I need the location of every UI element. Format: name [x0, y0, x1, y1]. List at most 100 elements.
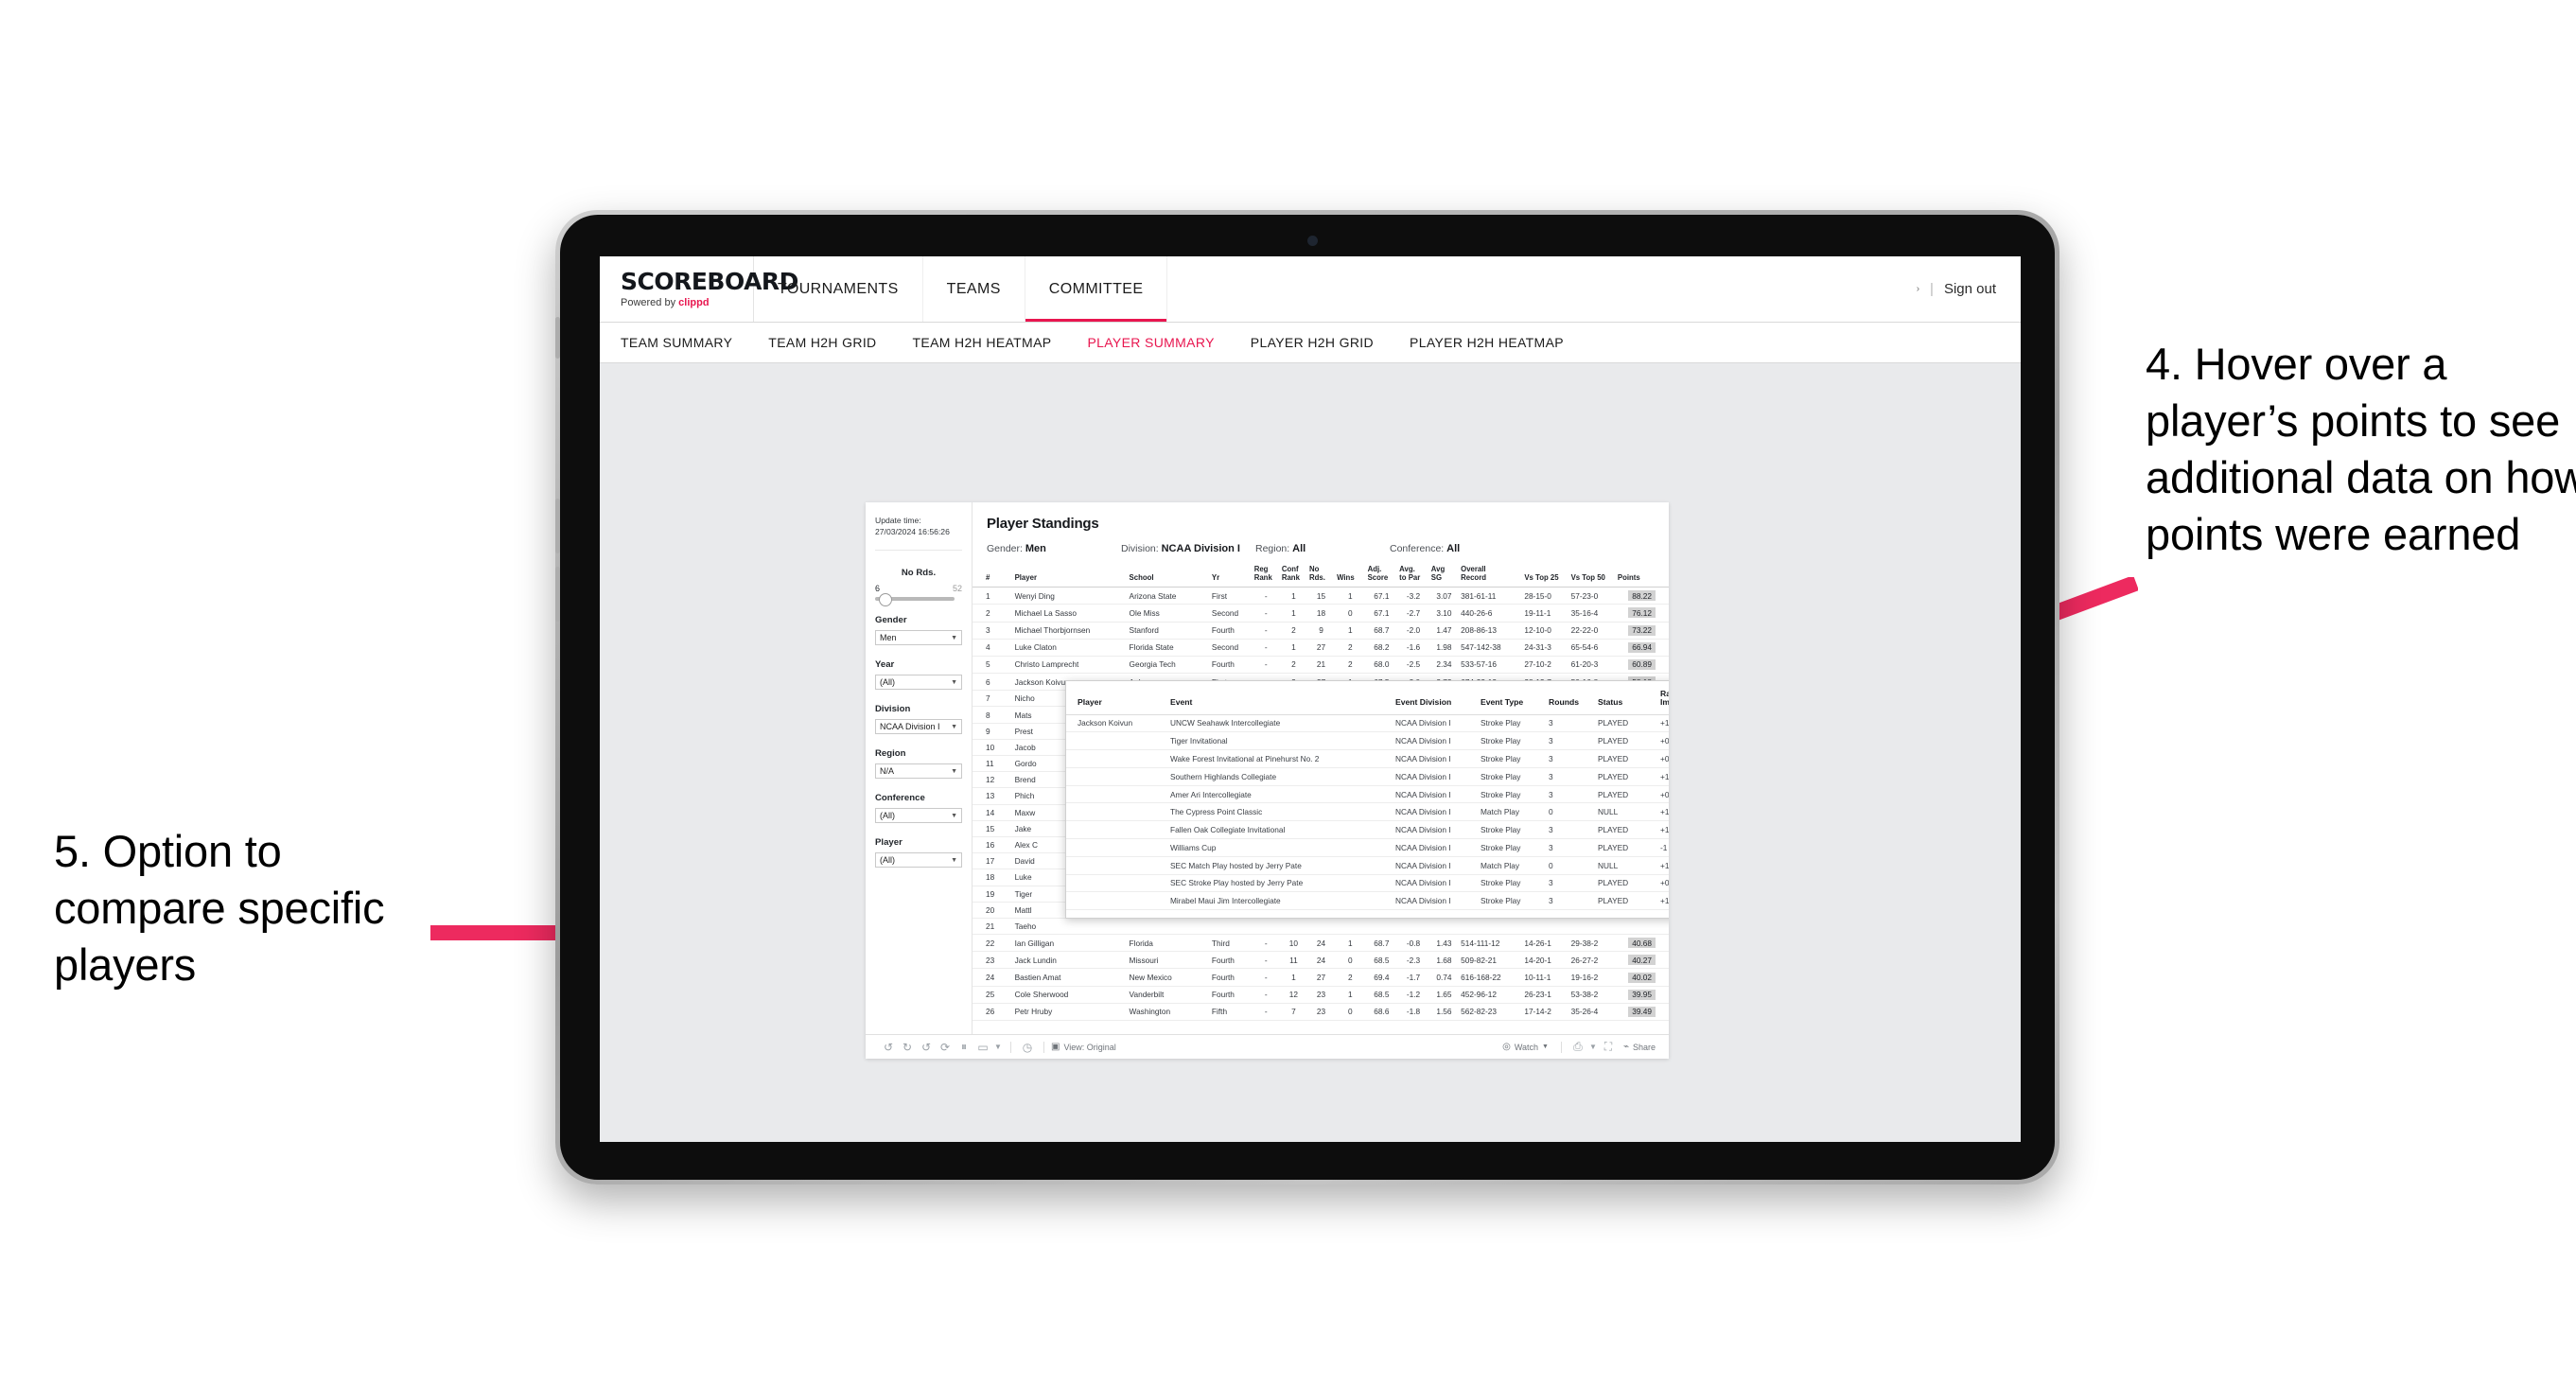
points-value[interactable]: 40.02 — [1628, 972, 1656, 983]
gender-value: Men — [880, 633, 897, 643]
nav-item-committee[interactable]: COMMITTEE — [1025, 256, 1168, 322]
cell-t25: 24-31-3 — [1522, 639, 1569, 657]
year-select[interactable]: (All) ▼ — [875, 675, 962, 691]
points-value[interactable]: 40.27 — [1628, 955, 1656, 966]
points-value[interactable]: 40.68 — [1628, 938, 1656, 949]
share-button[interactable]: ⌁ Share — [1623, 1042, 1656, 1052]
cell-t25: 12-10-0 — [1522, 622, 1569, 640]
view-original-button[interactable]: ▣ View: Original — [1051, 1042, 1116, 1052]
pause-icon[interactable]: ⏸ — [955, 1040, 973, 1054]
table-row[interactable]: 2 Michael La Sasso Ole Miss Second -1 18 0 67.1… — [973, 604, 1669, 623]
table-row[interactable]: 24 Bastien Amat New Mexico Fourth -1 27 2 69.4-… — [973, 968, 1669, 987]
history-clock-icon[interactable]: ◷ — [1018, 1041, 1037, 1054]
cell-points[interactable]: 73.22 — [1615, 622, 1669, 640]
redo-icon[interactable]: ↻ — [898, 1041, 917, 1054]
header-player[interactable]: Player — [1012, 564, 1128, 588]
undo-icon[interactable]: ↺ — [879, 1041, 898, 1054]
cell-points[interactable]: 40.68 — [1615, 934, 1669, 953]
watch-button[interactable]: ◎ Watch ▼ — [1502, 1042, 1549, 1052]
tooltip-cell-type: Stroke Play — [1478, 714, 1546, 733]
header-reg-rank[interactable]: Reg Rank — [1252, 564, 1280, 588]
tab-team-h2h-grid[interactable]: TEAM H2H GRID — [768, 335, 897, 350]
tab-team-h2h-heatmap[interactable]: TEAM H2H HEATMAP — [913, 335, 1073, 350]
nav-item-teams[interactable]: TEAMS — [923, 256, 1025, 322]
table-row[interactable]: 26 Petr Hruby Washington Fifth -7 23 0 68.6 -1.8… — [973, 1003, 1669, 1022]
header-vs-top-25[interactable]: Vs Top 25 — [1522, 564, 1569, 588]
header-no-rds[interactable]: No Rds. — [1306, 564, 1336, 588]
tab-team-summary[interactable]: TEAM SUMMARY — [621, 335, 753, 350]
brand-logo[interactable]: SCOREBOARD Powered by clippd — [600, 256, 798, 322]
table-row[interactable]: 21 Taeho — [973, 918, 1669, 936]
download-icon[interactable]: ⎙ — [1568, 1040, 1587, 1054]
cell-points[interactable]: 88.22 — [1615, 587, 1669, 605]
points-value[interactable]: 88.22 — [1628, 590, 1656, 602]
tooltip-cell-division: NCAA Division I — [1393, 785, 1478, 804]
points-value[interactable]: 39.95 — [1628, 989, 1656, 1000]
player-select[interactable]: (All) ▼ — [875, 852, 962, 868]
cell-points[interactable]: 60.89 — [1615, 656, 1669, 675]
division-select[interactable]: NCAA Division I ▼ — [875, 719, 962, 735]
header-conf-rank[interactable]: Conf Rank — [1279, 564, 1307, 588]
gender-select[interactable]: Men ▼ — [875, 630, 962, 646]
volume-down-button[interactable] — [555, 567, 560, 622]
cell-points[interactable]: 66.94 — [1615, 639, 1669, 657]
revert-icon[interactable]: ↺ — [917, 1041, 936, 1054]
table-row[interactable]: 25 Cole Sherwood Vanderbilt Fourth -12 23 1 68.… — [973, 986, 1669, 1004]
power-button[interactable] — [555, 317, 560, 359]
tab-player-h2h-grid[interactable]: PLAYER H2H GRID — [1251, 335, 1394, 350]
cell-wins: 0 — [1335, 1003, 1366, 1022]
header-overall-record[interactable]: Overall Record — [1459, 564, 1523, 588]
refresh-icon[interactable]: ⟳ — [936, 1041, 955, 1054]
cell-school: Florida — [1127, 934, 1210, 953]
device-layout-icon[interactable]: ▭ — [973, 1041, 992, 1054]
header-wins[interactable]: Wins — [1335, 564, 1366, 588]
chevron-right-icon[interactable]: › — [1917, 284, 1919, 294]
cell-points[interactable]: 40.27 — [1615, 951, 1669, 970]
cell-num: 1 — [973, 587, 1013, 605]
chevron-down-icon[interactable]: ▼ — [992, 1043, 1004, 1051]
header-vs-top-50[interactable]: Vs Top 50 — [1568, 564, 1616, 588]
tab-player-summary[interactable]: PLAYER SUMMARY — [1087, 335, 1235, 350]
region-select[interactable]: N/A ▼ — [875, 763, 962, 780]
nav-item-tournaments[interactable]: TOURNAMENTS — [754, 256, 923, 322]
points-value[interactable]: 39.49 — [1628, 1006, 1656, 1017]
cell-reg: - — [1252, 986, 1280, 1004]
cell-yr: Second — [1209, 604, 1253, 623]
no-rounds-slider[interactable] — [875, 593, 955, 607]
header-avg-sg[interactable]: Avg SG — [1428, 564, 1460, 588]
conference-select[interactable]: (All) ▼ — [875, 808, 962, 824]
tooltip-cell-status: PLAYED — [1595, 785, 1657, 804]
points-value[interactable]: 76.12 — [1628, 607, 1656, 619]
cell-points[interactable]: 40.02 — [1615, 968, 1669, 987]
sign-out-link[interactable]: Sign out — [1944, 281, 1996, 297]
cell-points[interactable]: 39.95 — [1615, 986, 1669, 1004]
cell-num: 2 — [973, 604, 1013, 623]
no-rounds-slider-handle[interactable] — [879, 593, 892, 607]
header-points[interactable]: Points — [1615, 564, 1669, 588]
cell-rec: 616-168-22 — [1459, 968, 1523, 987]
table-row[interactable]: 1 Wenyi Ding Arizona State First -1 15 1 67.1 -3… — [973, 587, 1669, 605]
cell-par: -2.0 — [1397, 622, 1429, 640]
header-adj-score[interactable]: Adj. Score — [1365, 564, 1398, 588]
cell-num: 9 — [973, 723, 1013, 740]
tab-player-h2h-heatmap[interactable]: PLAYER H2H HEATMAP — [1410, 335, 1585, 350]
header-avg-to-par[interactable]: Avg. to Par — [1397, 564, 1429, 588]
volume-up-button[interactable] — [555, 499, 560, 553]
points-value[interactable]: 73.22 — [1628, 624, 1656, 636]
header-num[interactable]: # — [973, 564, 1013, 588]
table-row[interactable]: 5 Christo Lamprecht Georgia Tech Fourth -2 21… — [973, 656, 1669, 675]
header-school[interactable]: School — [1127, 564, 1210, 588]
cell-points[interactable]: 39.49 — [1615, 1003, 1669, 1022]
table-row[interactable]: 22 Ian Gilligan Florida Third -10 24 1 68.7 -0.8… — [973, 934, 1669, 953]
chevron-down-icon[interactable]: ▼ — [1587, 1043, 1599, 1051]
points-value[interactable]: 66.94 — [1628, 641, 1656, 653]
cell-wins: 1 — [1335, 587, 1366, 605]
points-value[interactable]: 60.89 — [1628, 658, 1656, 670]
table-row[interactable]: 3 Michael Thorbjornsen Stanford Fourth -2 9 1 6… — [973, 622, 1669, 640]
table-row[interactable]: 4 Luke Claton Florida State Second -1 27 2 68.2… — [973, 639, 1669, 657]
header-yr[interactable]: Yr — [1209, 564, 1253, 588]
cell-conf: 1 — [1279, 604, 1307, 623]
table-row[interactable]: 23 Jack Lundin Missouri Fourth -11 24 0 68.5 -2.… — [973, 951, 1669, 970]
cell-points[interactable]: 76.12 — [1615, 604, 1669, 623]
fullscreen-icon[interactable]: ⛶ — [1599, 1040, 1618, 1054]
